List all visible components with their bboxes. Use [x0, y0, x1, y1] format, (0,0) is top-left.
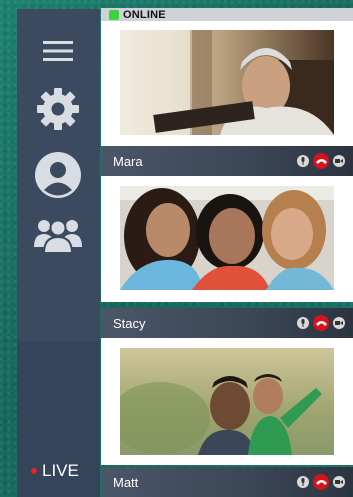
camera-button[interactable] [333, 155, 345, 167]
call-controls [297, 153, 353, 169]
end-call-button[interactable] [313, 153, 329, 169]
mic-button[interactable] [297, 317, 309, 329]
profile-button[interactable] [34, 151, 82, 199]
participant-bar: Mara [101, 146, 353, 176]
video-frame [120, 186, 334, 290]
video-feed: ONLINE Mara Stacy Matt [101, 8, 353, 497]
mic-button[interactable] [297, 476, 309, 488]
mic-icon [301, 157, 305, 165]
mic-icon [301, 478, 305, 486]
video-tile-mara[interactable] [101, 21, 353, 146]
status-bar: ONLINE [101, 8, 353, 21]
video-tile-stacy[interactable] [101, 176, 353, 302]
live-indicator: LIVE [31, 461, 79, 481]
video-image [120, 186, 334, 290]
phone-hangup-icon [315, 321, 327, 326]
participant-name: Matt [113, 474, 139, 490]
menu-icon [43, 41, 73, 61]
camera-button[interactable] [333, 317, 345, 329]
gear-icon [37, 88, 79, 130]
sidebar: LIVE [17, 9, 100, 497]
participant-name: Stacy [113, 315, 146, 331]
live-label: LIVE [42, 461, 79, 480]
participant-bar: Matt [101, 467, 353, 497]
camera-button[interactable] [333, 476, 345, 488]
call-controls [297, 474, 353, 490]
participant-bar: Stacy [101, 308, 353, 338]
menu-button[interactable] [34, 39, 82, 63]
camera-icon [335, 159, 343, 163]
video-frame [120, 30, 334, 135]
mic-button[interactable] [297, 155, 309, 167]
video-image [120, 348, 334, 455]
live-dot [31, 468, 37, 474]
mic-icon [301, 319, 305, 327]
phone-hangup-icon [315, 480, 327, 485]
phone-hangup-icon [315, 159, 327, 164]
camera-icon [335, 321, 343, 325]
online-indicator [109, 9, 119, 20]
video-frame [120, 348, 334, 455]
video-tile-matt[interactable] [101, 338, 353, 465]
camera-icon [335, 480, 343, 484]
participant-name: Mara [113, 153, 143, 169]
video-image [120, 30, 334, 135]
contacts-button[interactable] [34, 217, 82, 253]
status-label: ONLINE [123, 8, 166, 21]
end-call-button[interactable] [313, 315, 329, 331]
user-icon [35, 152, 81, 198]
group-icon [34, 219, 82, 253]
call-controls [297, 315, 353, 331]
end-call-button[interactable] [313, 474, 329, 490]
settings-button[interactable] [34, 87, 82, 131]
